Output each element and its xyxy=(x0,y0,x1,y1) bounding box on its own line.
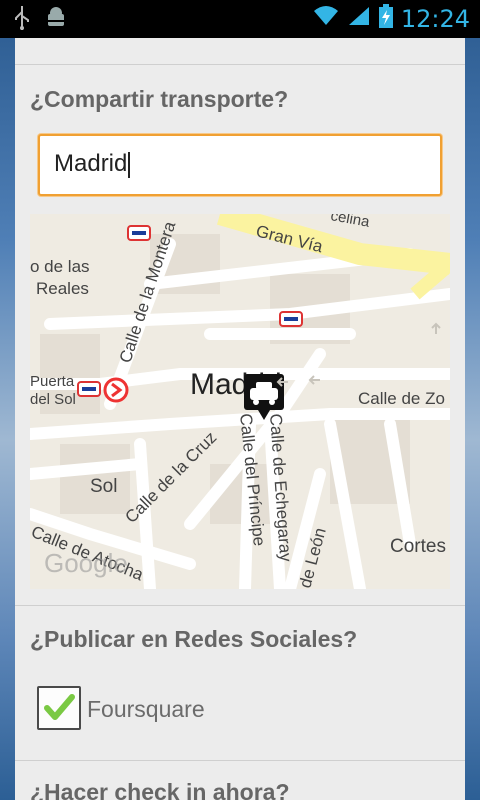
battery-charging-icon xyxy=(378,4,393,33)
metro-icon xyxy=(279,311,303,327)
city-input-value: Madrid xyxy=(54,150,128,177)
google-attribution: Google xyxy=(44,548,128,578)
location-map[interactable]: Gran Vía celina Calle de la Montera o de… xyxy=(30,214,450,589)
foursquare-checkbox[interactable] xyxy=(37,686,81,730)
checkmark-icon xyxy=(44,694,75,720)
map-label-o-de-las: o de las xyxy=(30,257,90,276)
section-divider xyxy=(15,605,465,606)
transport-section-title: ¿Compartir transporte? xyxy=(30,86,289,112)
usb-icon xyxy=(14,6,30,35)
top-divider xyxy=(15,64,465,65)
map-label-calle-de-zo: Calle de Zo xyxy=(358,389,445,408)
status-bar: 12:24 xyxy=(0,0,480,38)
commuter-rail-icon xyxy=(103,377,129,403)
checkin-section-title: ¿Hacer check in ahora? xyxy=(30,779,290,800)
share-form-panel: ¿Compartir transporte? Madrid Gran Vía c… xyxy=(15,38,465,800)
section-divider xyxy=(15,760,465,761)
map-label-cortes: Cortes xyxy=(390,536,446,557)
signal-icon xyxy=(347,5,371,32)
metro-icon xyxy=(77,381,101,397)
city-input[interactable]: Madrid xyxy=(38,134,442,196)
android-debug-icon xyxy=(44,6,68,35)
map-label-sol: Sol xyxy=(90,476,117,497)
map-label-puerta: Puerta xyxy=(30,373,75,390)
wifi-icon xyxy=(313,5,339,32)
metro-icon xyxy=(127,225,151,241)
social-section-title: ¿Publicar en Redes Sociales? xyxy=(30,626,358,652)
foursquare-label: Foursquare xyxy=(87,696,205,722)
map-label-reales: Reales xyxy=(36,279,89,298)
map-label-del-sol: del Sol xyxy=(30,391,76,408)
text-caret xyxy=(128,151,131,178)
clock: 12:24 xyxy=(400,4,470,33)
